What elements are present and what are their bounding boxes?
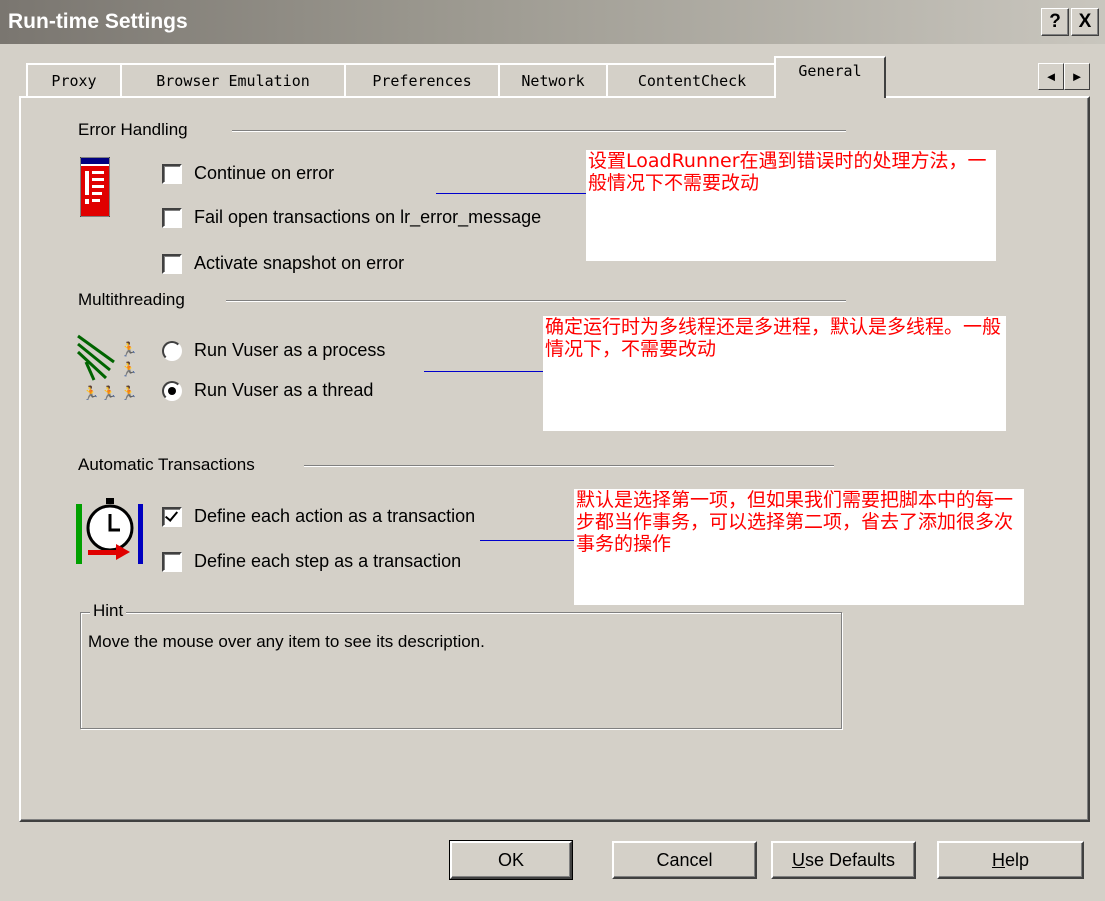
multithreading-divider xyxy=(226,300,846,302)
error-annotation: 设置LoadRunner在遇到错误时的处理方法，一般情况下不需要改动 xyxy=(586,150,996,261)
tab-proxy[interactable]: Proxy xyxy=(26,63,122,96)
close-title-button[interactable]: X xyxy=(1071,8,1099,36)
activate-snapshot-checkbox[interactable]: Activate snapshot on error xyxy=(162,253,404,274)
activate-snapshot-label: Activate snapshot on error xyxy=(194,253,405,273)
help-label: elp xyxy=(1004,850,1030,870)
run-as-thread-label: Run Vuser as a thread xyxy=(194,380,374,400)
step-as-transaction-checkbox[interactable]: Define each step as a transaction xyxy=(162,551,461,572)
error-annotation-connector xyxy=(436,193,586,194)
step-as-transaction-label: Define each step as a transaction xyxy=(194,551,462,571)
help-title-button[interactable]: ? xyxy=(1041,8,1069,36)
error-handling-divider xyxy=(232,130,846,132)
radio-circle[interactable] xyxy=(162,340,182,361)
checkbox-box[interactable] xyxy=(162,207,182,228)
fail-open-transactions-checkbox[interactable]: Fail open transactions on lr_error_messa… xyxy=(162,207,541,228)
checkbox-box[interactable] xyxy=(162,253,182,274)
automatic-transactions-heading: Automatic Transactions xyxy=(78,455,255,474)
error-list-icon xyxy=(79,156,111,222)
automatic-transactions-divider xyxy=(304,465,834,467)
tab-contentcheck[interactable]: ContentCheck xyxy=(606,63,778,96)
run-as-thread-radio[interactable]: Run Vuser as a thread xyxy=(162,380,373,401)
tab-scroll-left-icon[interactable]: ◄ xyxy=(1038,63,1064,90)
multithreading-heading: Multithreading xyxy=(78,290,185,309)
error-handling-heading: Error Handling xyxy=(78,120,188,139)
stopwatch-icon xyxy=(76,496,144,573)
svg-text:🏃: 🏃 xyxy=(82,385,99,400)
radio-circle[interactable] xyxy=(162,380,182,401)
hint-groupbox xyxy=(80,612,842,729)
checkbox-box[interactable] xyxy=(162,163,182,184)
hint-title: Hint xyxy=(90,601,127,621)
tab-browser-emulation[interactable]: Browser Emulation xyxy=(120,63,346,96)
tab-scroll-right-icon[interactable]: ► xyxy=(1064,63,1090,90)
use-defaults-label: se Defaults xyxy=(804,850,896,870)
svg-text:🏃: 🏃 xyxy=(120,385,137,400)
ok-button[interactable]: OK xyxy=(449,840,573,880)
thread-annotation-connector xyxy=(424,371,544,372)
transaction-annotation: 默认是选择第一项，但如果我们需要把脚本中的每一步都当作事务，可以选择第二项，省去… xyxy=(574,489,1024,605)
checkbox-box[interactable] xyxy=(162,551,182,572)
action-as-transaction-label: Define each action as a transaction xyxy=(194,506,476,526)
svg-text:🏃: 🏃 xyxy=(120,341,137,358)
action-as-transaction-checkbox[interactable]: Define each action as a transaction xyxy=(162,506,475,527)
run-as-process-radio[interactable]: Run Vuser as a process xyxy=(162,340,385,361)
checkbox-box[interactable] xyxy=(162,506,182,527)
window-title: Run-time Settings xyxy=(8,10,188,33)
svg-text:🏃: 🏃 xyxy=(100,385,117,400)
continue-on-error-label: Continue on error xyxy=(194,163,335,183)
tab-general[interactable]: General xyxy=(774,56,886,98)
hint-text: Move the mouse over any item to see its … xyxy=(88,632,485,651)
title-bar[interactable]: Run-time Settings ? X xyxy=(0,0,1105,44)
tab-network[interactable]: Network xyxy=(498,63,608,96)
svg-text:🏃: 🏃 xyxy=(120,361,137,378)
use-defaults-button[interactable]: Use Defaults xyxy=(771,841,916,879)
run-as-process-label: Run Vuser as a process xyxy=(194,340,386,360)
fail-open-transactions-label: Fail open transactions on lr_error_messa… xyxy=(194,207,542,227)
use-defaults-mnemonic: U xyxy=(791,850,805,870)
help-button[interactable]: Help xyxy=(937,841,1084,879)
continue-on-error-checkbox[interactable]: Continue on error xyxy=(162,163,334,184)
tab-scroll-arrows: ◄ ► xyxy=(1038,63,1090,90)
thread-annotation: 确定运行时为多线程还是多进程，默认是多线程。一般情况下，不需要改动 xyxy=(543,316,1006,431)
run-time-settings-dialog: Run-time Settings ? X Proxy Browser Emul… xyxy=(0,0,1105,901)
tab-preferences[interactable]: Preferences xyxy=(344,63,500,96)
cancel-button[interactable]: Cancel xyxy=(612,841,757,879)
transaction-annotation-connector xyxy=(480,540,574,541)
help-mnemonic: H xyxy=(991,850,1005,870)
vuser-threads-icon: 🏃 🏃 🏃 🏃 🏃 xyxy=(76,332,142,405)
